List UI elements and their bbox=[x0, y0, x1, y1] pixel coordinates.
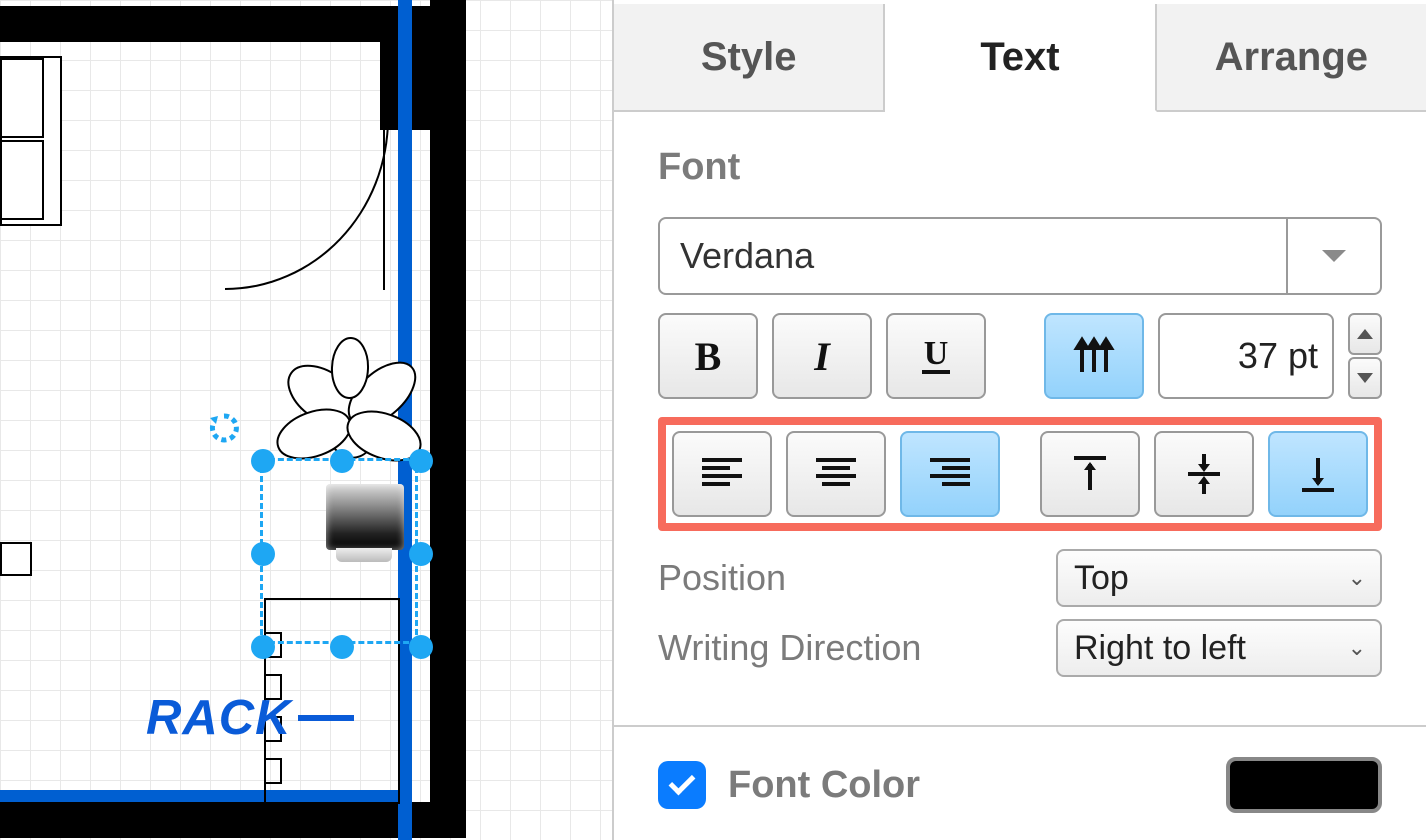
bold-button[interactable]: B bbox=[658, 313, 758, 399]
font-size-input[interactable]: 37 pt bbox=[1158, 313, 1334, 399]
valign-middle-icon bbox=[1184, 450, 1224, 498]
format-tabs: Style Text Arrange bbox=[614, 0, 1426, 112]
resize-handle-s[interactable] bbox=[330, 635, 354, 659]
font-section-title: Font bbox=[658, 146, 1382, 189]
object-chair[interactable] bbox=[326, 484, 404, 550]
resize-handle-n[interactable] bbox=[330, 449, 354, 473]
font-size-value: 37 pt bbox=[1238, 335, 1318, 377]
font-section: Font Verdana B I U 37 bbox=[614, 112, 1426, 695]
align-center-icon bbox=[812, 454, 860, 494]
resize-handle-e[interactable] bbox=[409, 542, 433, 566]
valign-bottom-button[interactable] bbox=[1268, 431, 1368, 517]
shape-label-text: RACK bbox=[146, 690, 292, 746]
position-value: Top bbox=[1074, 559, 1129, 598]
resize-handle-sw[interactable] bbox=[251, 635, 275, 659]
valign-bottom-icon bbox=[1298, 450, 1338, 498]
font-size-increase[interactable] bbox=[1348, 313, 1382, 355]
arrow-down-icon bbox=[1357, 373, 1373, 383]
font-family-dropdown-icon[interactable] bbox=[1286, 219, 1380, 293]
arrow-up-icon bbox=[1357, 329, 1373, 339]
tab-style[interactable]: Style bbox=[614, 4, 885, 110]
font-color-row: Font Color bbox=[614, 727, 1426, 813]
chevron-down-icon: ⌄ bbox=[1348, 635, 1366, 661]
rotate-handle[interactable] bbox=[208, 412, 240, 444]
font-color-label: Font Color bbox=[728, 764, 1204, 807]
valign-top-icon bbox=[1070, 450, 1110, 498]
chevron-down-icon: ⌄ bbox=[1348, 565, 1366, 591]
writing-direction-select[interactable]: Right to left ⌄ bbox=[1056, 619, 1382, 677]
tab-text[interactable]: Text bbox=[885, 4, 1156, 112]
font-color-checkbox[interactable] bbox=[658, 761, 706, 809]
font-color-swatch[interactable] bbox=[1226, 757, 1382, 813]
align-left-icon bbox=[698, 454, 746, 494]
position-select[interactable]: Top ⌄ bbox=[1056, 549, 1382, 607]
svg-text:U: U bbox=[924, 335, 949, 372]
align-center-button[interactable] bbox=[786, 431, 886, 517]
vertical-text-button[interactable] bbox=[1044, 313, 1144, 399]
format-panel: Style Text Arrange Font Verdana B I U bbox=[614, 0, 1426, 840]
align-right-icon bbox=[926, 454, 974, 494]
writing-direction-label: Writing Direction bbox=[658, 627, 1036, 669]
align-left-button[interactable] bbox=[672, 431, 772, 517]
font-family-value: Verdana bbox=[660, 219, 1286, 293]
valign-middle-button[interactable] bbox=[1154, 431, 1254, 517]
underline-button[interactable]: U bbox=[886, 313, 986, 399]
valign-top-button[interactable] bbox=[1040, 431, 1140, 517]
italic-button[interactable]: I bbox=[772, 313, 872, 399]
tab-arrange[interactable]: Arrange bbox=[1157, 4, 1426, 110]
position-label: Position bbox=[658, 557, 1036, 599]
resize-handle-w[interactable] bbox=[251, 542, 275, 566]
canvas-area[interactable]: RACK bbox=[0, 0, 614, 840]
alignment-row-highlight bbox=[658, 417, 1382, 531]
resize-handle-se[interactable] bbox=[409, 635, 433, 659]
vertical-arrows-icon bbox=[1070, 332, 1118, 380]
font-size-decrease[interactable] bbox=[1348, 357, 1382, 399]
check-icon bbox=[669, 769, 696, 796]
resize-handle-nw[interactable] bbox=[251, 449, 275, 473]
align-right-button[interactable] bbox=[900, 431, 1000, 517]
text-cursor-tail bbox=[298, 715, 354, 721]
resize-handle-ne[interactable] bbox=[409, 449, 433, 473]
shape-label[interactable]: RACK bbox=[146, 690, 354, 746]
door-arc bbox=[225, 118, 389, 290]
font-size-stepper bbox=[1348, 313, 1382, 399]
font-family-select[interactable]: Verdana bbox=[658, 217, 1382, 295]
writing-direction-value: Right to left bbox=[1074, 629, 1246, 668]
